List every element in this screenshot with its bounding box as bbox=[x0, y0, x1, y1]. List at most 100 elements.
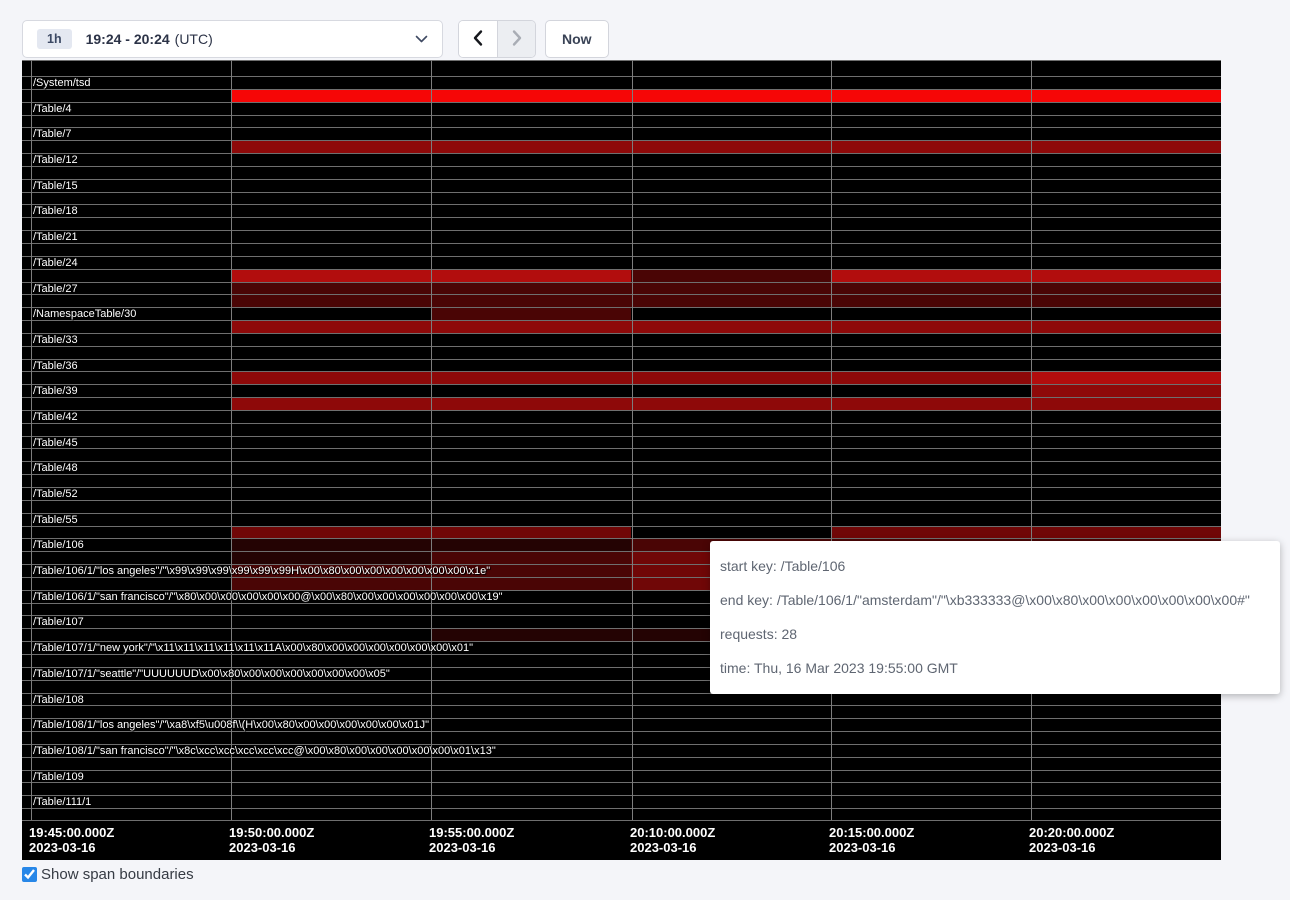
heatmap-cell[interactable] bbox=[1031, 103, 1221, 115]
heatmap-cell[interactable] bbox=[831, 514, 1031, 526]
heatmap-cell[interactable] bbox=[231, 167, 431, 179]
heatmap-cell[interactable] bbox=[231, 231, 431, 243]
heatmap-cell[interactable] bbox=[831, 449, 1031, 461]
heatmap-cell[interactable] bbox=[431, 244, 631, 256]
heatmap-cell[interactable] bbox=[231, 604, 431, 616]
heatmap-cell[interactable] bbox=[1031, 398, 1221, 410]
heatmap-row[interactable]: /Table/45 bbox=[22, 436, 1221, 462]
heatmap-cell[interactable] bbox=[631, 193, 831, 205]
heatmap-cell[interactable] bbox=[1031, 90, 1221, 102]
heatmap-cell[interactable] bbox=[231, 527, 431, 539]
heatmap-cell[interactable] bbox=[831, 719, 1031, 731]
heatmap-cell[interactable] bbox=[631, 347, 831, 359]
heatmap-cell[interactable] bbox=[631, 167, 831, 179]
heatmap-cell[interactable] bbox=[1031, 244, 1221, 256]
heatmap-cell[interactable] bbox=[831, 527, 1031, 539]
heatmap-cell[interactable] bbox=[1031, 796, 1221, 808]
heatmap-cell[interactable] bbox=[631, 103, 831, 115]
heatmap-cell[interactable] bbox=[831, 167, 1031, 179]
heatmap-cell[interactable] bbox=[22, 244, 231, 256]
heatmap-cell[interactable] bbox=[631, 295, 831, 307]
heatmap-cell[interactable] bbox=[1031, 231, 1221, 243]
heatmap-cell[interactable] bbox=[22, 604, 231, 616]
heatmap-cell[interactable] bbox=[1031, 719, 1221, 731]
heatmap-cell[interactable] bbox=[431, 488, 631, 500]
heatmap-cell[interactable] bbox=[631, 514, 831, 526]
heatmap-cell[interactable] bbox=[831, 745, 1031, 757]
heatmap-cell[interactable] bbox=[631, 771, 831, 783]
heatmap-cell[interactable] bbox=[831, 488, 1031, 500]
heatmap-cell[interactable] bbox=[831, 424, 1031, 436]
heatmap-cell[interactable] bbox=[22, 783, 231, 795]
heatmap-cell[interactable] bbox=[831, 783, 1031, 795]
heatmap-cell[interactable] bbox=[231, 141, 431, 153]
heatmap-cell[interactable] bbox=[431, 424, 631, 436]
heatmap-cell[interactable] bbox=[631, 90, 831, 102]
heatmap-cell[interactable] bbox=[22, 629, 231, 641]
heatmap-cell[interactable] bbox=[831, 116, 1031, 128]
heatmap-cell[interactable] bbox=[231, 809, 431, 820]
heatmap-cell[interactable] bbox=[831, 398, 1031, 410]
heatmap-cell[interactable] bbox=[831, 809, 1031, 820]
heatmap-cell[interactable] bbox=[431, 180, 631, 192]
heatmap-cell[interactable] bbox=[631, 385, 831, 397]
heatmap-cell[interactable] bbox=[231, 539, 431, 551]
heatmap-cell[interactable] bbox=[231, 578, 431, 590]
show-span-boundaries-checkbox[interactable] bbox=[22, 867, 37, 882]
heatmap-cell[interactable] bbox=[831, 295, 1031, 307]
heatmap-cell[interactable] bbox=[631, 527, 831, 539]
heatmap-cell[interactable] bbox=[22, 809, 231, 820]
heatmap-cell[interactable] bbox=[431, 475, 631, 487]
heatmap-cell[interactable] bbox=[1031, 283, 1221, 295]
heatmap-cell[interactable] bbox=[1031, 694, 1221, 706]
heatmap-cell[interactable] bbox=[431, 719, 631, 731]
heatmap-row[interactable]: /Table/52 bbox=[22, 487, 1221, 513]
heatmap-cell[interactable] bbox=[1031, 771, 1221, 783]
heatmap-cell[interactable] bbox=[231, 347, 431, 359]
heatmap-cell[interactable] bbox=[1031, 270, 1221, 282]
heatmap-cell[interactable] bbox=[631, 449, 831, 461]
heatmap-cell[interactable] bbox=[1031, 321, 1221, 333]
now-button[interactable]: Now bbox=[545, 20, 609, 58]
heatmap-cell[interactable] bbox=[431, 90, 631, 102]
heatmap-cell[interactable] bbox=[431, 578, 631, 590]
heatmap-cell[interactable] bbox=[831, 437, 1031, 449]
heatmap-cell[interactable] bbox=[431, 77, 631, 89]
heatmap-cell[interactable] bbox=[22, 501, 231, 513]
heatmap-cell[interactable] bbox=[831, 411, 1031, 423]
heatmap-cell[interactable] bbox=[22, 475, 231, 487]
heatmap-cell[interactable] bbox=[1031, 141, 1221, 153]
heatmap-cell[interactable] bbox=[231, 205, 431, 217]
heatmap-cell[interactable] bbox=[231, 77, 431, 89]
heatmap-cell[interactable] bbox=[631, 283, 831, 295]
heatmap-cell[interactable] bbox=[231, 783, 431, 795]
heatmap-cell[interactable] bbox=[831, 706, 1031, 718]
heatmap-cell[interactable] bbox=[231, 218, 431, 230]
key-visualizer-canvas[interactable]: /System/tsd/Table/4/Table/7/Table/12/Tab… bbox=[22, 60, 1221, 860]
heatmap-cell[interactable] bbox=[831, 308, 1031, 320]
heatmap-cell[interactable] bbox=[831, 501, 1031, 513]
heatmap-cell[interactable] bbox=[1031, 449, 1221, 461]
heatmap-cell[interactable] bbox=[231, 295, 431, 307]
heatmap-cell[interactable] bbox=[631, 141, 831, 153]
heatmap-cell[interactable] bbox=[22, 681, 231, 693]
heatmap-cell[interactable] bbox=[22, 527, 231, 539]
heatmap-cell[interactable] bbox=[631, 231, 831, 243]
heatmap-cell[interactable] bbox=[1031, 154, 1221, 166]
heatmap-cell[interactable] bbox=[831, 372, 1031, 384]
heatmap-cell[interactable] bbox=[1031, 475, 1221, 487]
heatmap-cell[interactable] bbox=[431, 604, 631, 616]
heatmap-cell[interactable] bbox=[22, 90, 231, 102]
heatmap-cell[interactable] bbox=[831, 283, 1031, 295]
heatmap-cell[interactable] bbox=[431, 527, 631, 539]
heatmap-cell[interactable] bbox=[631, 77, 831, 89]
heatmap-cell[interactable] bbox=[631, 321, 831, 333]
heatmap-cell[interactable] bbox=[231, 180, 431, 192]
heatmap-cell[interactable] bbox=[1031, 385, 1221, 397]
heatmap-cell[interactable] bbox=[231, 501, 431, 513]
heatmap-cell[interactable] bbox=[431, 694, 631, 706]
heatmap-cell[interactable] bbox=[831, 771, 1031, 783]
heatmap-cell[interactable] bbox=[231, 616, 431, 628]
heatmap-cell[interactable] bbox=[831, 90, 1031, 102]
heatmap-cell[interactable] bbox=[231, 488, 431, 500]
